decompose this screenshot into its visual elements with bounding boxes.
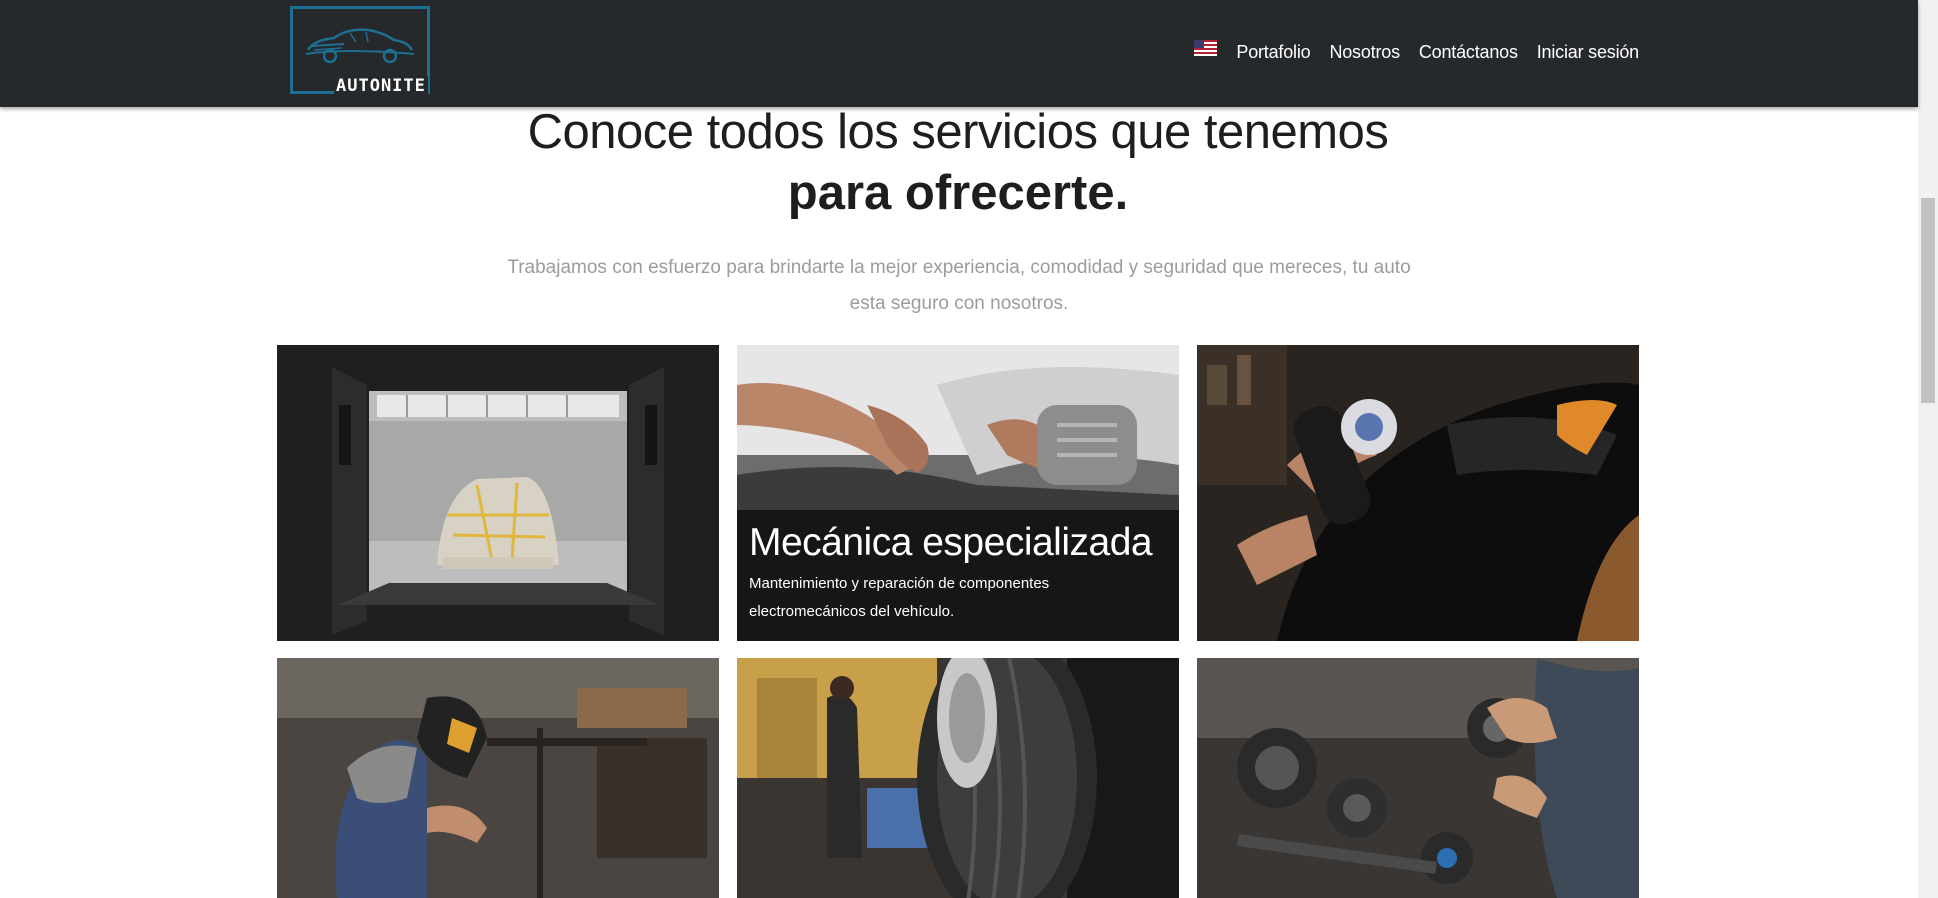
nav-portafolio[interactable]: Portafolio [1236,42,1310,63]
section-subtitle: Trabajamos con esfuerzo para brindarte l… [507,257,1411,314]
car-polishing-image [1197,345,1639,641]
service-card-welding[interactable] [277,658,719,898]
transmission-parts-image [1197,658,1639,898]
service-card-paint-booth[interactable] [277,345,719,641]
paint-booth-image [277,345,719,641]
welding-image [277,658,719,898]
service-card-transmission[interactable] [1197,658,1639,898]
car-logo-icon [305,28,415,64]
page-scrollbar[interactable] [1918,0,1938,898]
service-card-overlay: Mecánica especializada Mantenimiento y r… [737,510,1179,641]
navbar: AUTONITE Portafolio Nosotros Contáctanos… [0,0,1918,107]
service-card-mecanica[interactable]: Mecánica especializada Mantenimiento y r… [737,345,1179,641]
nav-contactanos[interactable]: Contáctanos [1419,42,1518,63]
brand-name: AUTONITE [334,76,428,96]
nav-nosotros[interactable]: Nosotros [1329,42,1400,63]
scrollbar-thumb[interactable] [1921,198,1935,403]
section-title-bold: para ofrecerte. [787,166,1129,220]
nav-iniciar-sesion[interactable]: Iniciar sesión [1537,42,1639,63]
brand-logo[interactable]: AUTONITE [290,6,436,98]
main-nav: Portafolio Nosotros Contáctanos Iniciar … [1194,39,1639,63]
service-description: Mantenimiento y reparación de componente… [749,575,1050,620]
service-card-tires[interactable] [737,658,1179,898]
us-flag-icon[interactable] [1194,39,1218,56]
service-card-polishing[interactable] [1197,345,1639,641]
service-title: Mecánica especializada [749,521,1153,564]
tire-service-image [737,658,1179,898]
section-title: Conoce todos los servicios que tenemos [527,105,1389,159]
